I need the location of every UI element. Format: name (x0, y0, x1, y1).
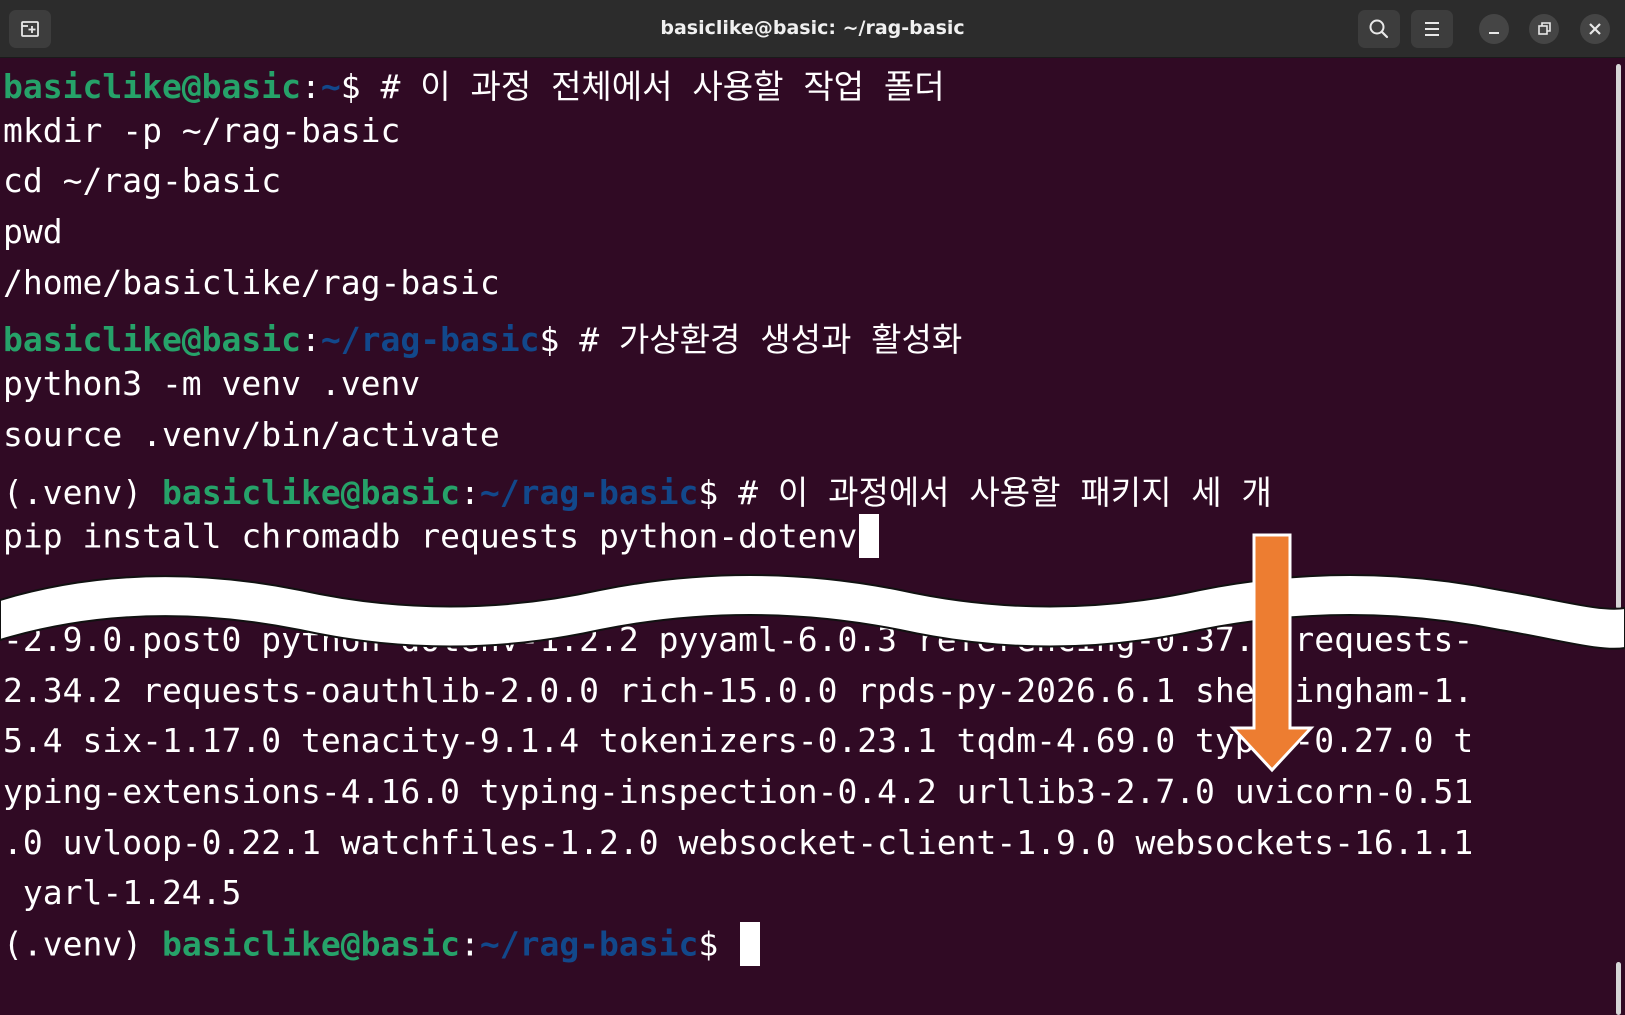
comment-text: # 이 과정에서 사용할 패키지 세 개 (738, 472, 1272, 512)
prompt-user: basiclike@basic (3, 67, 302, 106)
prompt-user: basiclike@basic (161, 924, 460, 964)
terminal-line: /home/basiclike/rag-basic (3, 262, 500, 302)
terminal-line: (.venv) basiclike@basic:~/rag-basic$ (3, 922, 1473, 975)
terminal-line: (.venv) basiclike@basic:~/rag-basic$ # 이… (3, 472, 1272, 512)
install-output-line: yarl-1.24.5 (3, 873, 242, 913)
terminal-line: pip install chromadb requests python-dot… (3, 514, 1272, 567)
terminal-line: basiclike@basic:~$ # 이 과정 전체에서 사용할 작업 폴더 (3, 67, 945, 106)
terminal-line: mkdir -p ~/rag-basic (3, 110, 401, 150)
title-bar: basiclike@basic: ~/rag-basic (0, 0, 1625, 58)
prompt-path: ~/rag-basic (320, 320, 540, 360)
hamburger-menu-icon (1425, 22, 1439, 36)
venv-tag: (.venv) (3, 472, 162, 512)
pip-command: pip install chromadb requests python-dot… (3, 516, 858, 556)
scrollbar-thumb[interactable] (1616, 962, 1621, 1015)
terminal-line: basiclike@basic:~/rag-basic$ # 가상환경 생성과 … (3, 320, 963, 360)
prompt-path: ~/rag-basic (479, 472, 699, 512)
terminal-line: pwd (3, 212, 63, 252)
terminal-line: source .venv/bin/activate (3, 414, 500, 454)
minimize-icon (1489, 32, 1499, 34)
install-output-line: 2.34.2 requests-oauthlib-2.0.0 rich-15.0… (3, 670, 1474, 710)
restore-icon (1538, 22, 1551, 35)
terminal-line: cd ~/rag-basic (3, 161, 282, 201)
minimize-button[interactable] (1479, 14, 1509, 44)
venv-tag: (.venv) (3, 924, 162, 964)
prompt-user: basiclike@basic (161, 472, 460, 512)
text-cursor (740, 922, 761, 967)
install-output-line: 5.4 six-1.17.0 tenacity-9.1.4 tokenizers… (3, 721, 1474, 761)
prompt-path: ~/rag-basic (479, 924, 699, 964)
search-icon (1369, 19, 1389, 39)
close-button[interactable] (1580, 14, 1610, 44)
install-output-line: yping-extensions-4.16.0 typing-inspectio… (3, 772, 1474, 812)
menu-button[interactable] (1411, 10, 1453, 48)
search-button[interactable] (1358, 10, 1400, 48)
terminal-area[interactable]: basiclike@basic:~$ # 이 과정 전체에서 사용할 작업 폴더… (0, 58, 1610, 1015)
terminal-line: python3 -m venv .venv (3, 364, 421, 404)
text-cursor (859, 514, 880, 559)
comment-text: # 가상환경 생성과 활성화 (579, 320, 963, 360)
install-output-line: .0 uvloop-0.22.1 watchfiles-1.2.0 websoc… (3, 822, 1474, 862)
restore-button[interactable] (1529, 14, 1559, 44)
install-output-line: -2.9.0.post0 python-dotenv-1.2.2 pyyaml-… (3, 620, 1474, 659)
terminal-top-output: basiclike@basic:~$ # 이 과정 전체에서 사용할 작업 폴더… (3, 60, 1272, 567)
scrollbar-thumb[interactable] (1616, 64, 1621, 609)
comment-text: # 이 과정 전체에서 사용할 작업 폴더 (380, 67, 945, 106)
prompt-path: ~ (320, 67, 341, 106)
terminal-install-output: -2.9.0.post0 python-dotenv-1.2.2 pyyaml-… (3, 620, 1473, 975)
prompt-user: basiclike@basic (3, 320, 302, 360)
close-icon (1589, 23, 1601, 35)
